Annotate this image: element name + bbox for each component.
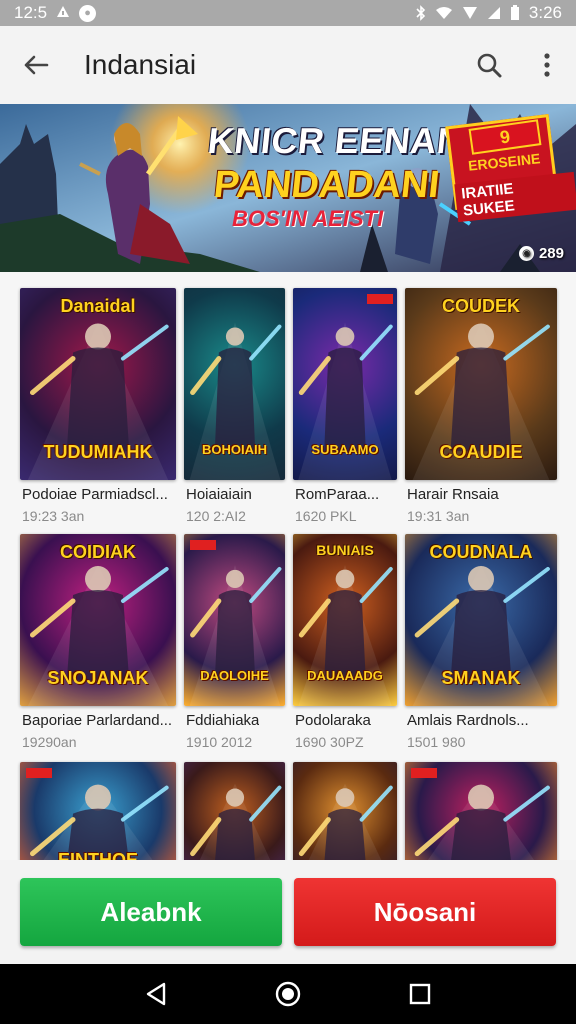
square-recents-icon bbox=[409, 983, 431, 1005]
featured-banner[interactable]: KNICR EENANI PANDADANI BOS'IN AEISTI 9 E… bbox=[0, 104, 576, 272]
search-icon bbox=[477, 53, 502, 78]
wifi-icon bbox=[435, 6, 453, 20]
back-button[interactable] bbox=[0, 26, 72, 104]
app-tile[interactable]: COIDIAK SNOJANAK bbox=[20, 534, 176, 706]
app-grid: Danaidal TUDUMIAHK Podoiae Parmiadscl... 19… bbox=[0, 272, 576, 860]
banner-title-line2: PANDADANI bbox=[211, 164, 442, 206]
app-artwork bbox=[298, 783, 393, 860]
app-bar: Indansiai bbox=[0, 26, 576, 104]
app-name[interactable]: Podolaraka bbox=[295, 712, 371, 729]
app-tile[interactable] bbox=[184, 762, 285, 860]
status-time-left: 12:5 bbox=[14, 3, 48, 22]
banner-subtitle: BOS'IN AEISTI bbox=[232, 206, 384, 231]
app-name[interactable]: RomParaa... bbox=[295, 486, 379, 503]
status-time-right: 3:26 bbox=[528, 3, 562, 22]
app-art-title: COUDNALA bbox=[429, 542, 533, 562]
app-tile[interactable] bbox=[293, 762, 397, 860]
app-art-title: COIDIAK bbox=[60, 542, 136, 562]
app-art-subtitle: TUDUMIAHK bbox=[43, 442, 153, 462]
eye-icon: ◉ bbox=[518, 246, 534, 261]
cellular-icon bbox=[487, 6, 501, 20]
sale-ribbon bbox=[26, 768, 52, 778]
banner-counter: ◉ 289 bbox=[518, 245, 564, 262]
app-art-subtitle: SMANAK bbox=[441, 668, 521, 688]
page-title: Indansiai bbox=[84, 49, 197, 80]
nav-recents-button[interactable] bbox=[400, 974, 440, 1014]
bluetooth-icon bbox=[416, 5, 426, 21]
secondary-action-button[interactable]: Nōosani bbox=[294, 878, 556, 946]
app-tile[interactable]: BOHOIAIH bbox=[184, 288, 285, 480]
app-name[interactable]: Fddiahiaka bbox=[186, 712, 259, 729]
app-meta: 1910 2012 bbox=[186, 734, 253, 750]
app-notification-icon: ● bbox=[79, 4, 97, 22]
sale-ribbon bbox=[367, 294, 393, 304]
app-tile[interactable]: EINTHOE bbox=[20, 762, 176, 860]
arrow-left-icon bbox=[24, 55, 49, 75]
banner-title-line1: KNICR EENANI bbox=[205, 120, 477, 161]
app-name[interactable]: Hoiaiaiain bbox=[186, 486, 252, 503]
app-art-subtitle: DAUAAADG bbox=[307, 668, 383, 683]
nav-back-button[interactable] bbox=[136, 974, 176, 1014]
app-art-subtitle: SNOJANAK bbox=[47, 668, 149, 688]
app-artwork bbox=[189, 783, 281, 860]
app-art-subtitle: BOHOIAIH bbox=[202, 442, 267, 457]
app-art-title: COUDEK bbox=[441, 296, 520, 316]
nav-home-button[interactable] bbox=[268, 974, 308, 1014]
status-right: 3:26 bbox=[416, 3, 562, 23]
sale-ribbon bbox=[411, 768, 437, 778]
app-meta: 19290an bbox=[22, 734, 77, 750]
banner-counter-value: 289 bbox=[538, 245, 564, 262]
primary-action-button[interactable]: Aleabnk bbox=[20, 878, 282, 946]
app-art-subtitle: SUBAAMO bbox=[311, 442, 379, 457]
app-meta: 1501 980 bbox=[407, 734, 466, 750]
more-vert-icon bbox=[544, 53, 550, 77]
triangle-back-icon bbox=[146, 982, 166, 1006]
app-name[interactable]: Baporiae Parlardand... bbox=[22, 712, 172, 729]
app-tile[interactable]: SUBAAMO bbox=[293, 288, 397, 480]
more-options-button[interactable] bbox=[518, 26, 576, 104]
app-meta: 1690 30PZ bbox=[295, 734, 364, 750]
circle-home-icon bbox=[275, 981, 301, 1007]
app-meta: 1620 PKL bbox=[295, 508, 357, 524]
app-art-subtitle: EINTHOE bbox=[57, 850, 138, 860]
status-bar: 12:5 ● 3:26 bbox=[0, 0, 576, 26]
app-tile[interactable]: COUDEK COAUDIE bbox=[405, 288, 557, 480]
app-name[interactable]: Harair Rnsaia bbox=[407, 486, 499, 503]
system-nav-bar bbox=[0, 964, 576, 1024]
signal-icon bbox=[462, 6, 478, 20]
app-tile[interactable]: BUNIAIS DAUAAADG bbox=[293, 534, 397, 706]
app-meta: 120 2:AI2 bbox=[186, 508, 246, 524]
app-tile[interactable]: Danaidal TUDUMIAHK bbox=[20, 288, 176, 480]
app-meta: 19:31 3an bbox=[407, 508, 470, 524]
app-name[interactable]: Podoiae Parmiadscl... bbox=[22, 486, 168, 503]
search-button[interactable] bbox=[460, 26, 518, 104]
notification-icon bbox=[56, 5, 70, 21]
app-art-subtitle: DAOLOIHE bbox=[200, 668, 269, 683]
app-name[interactable]: Amlais Rardnols... bbox=[407, 712, 529, 729]
app-art-title: Danaidal bbox=[60, 296, 136, 316]
app-tile[interactable]: DAOLOIHE bbox=[184, 534, 285, 706]
status-left: 12:5 ● bbox=[14, 3, 97, 23]
battery-icon bbox=[510, 5, 520, 21]
app-tile[interactable] bbox=[405, 762, 557, 860]
app-tile[interactable]: COUDNALA SMANAK bbox=[405, 534, 557, 706]
sale-ribbon bbox=[190, 540, 216, 550]
app-art-title: BUNIAIS bbox=[316, 542, 374, 558]
app-meta: 19:23 3an bbox=[22, 508, 85, 524]
app-art-subtitle: COAUDIE bbox=[439, 442, 523, 462]
action-bar: Aleabnk Nōosani bbox=[0, 860, 576, 964]
